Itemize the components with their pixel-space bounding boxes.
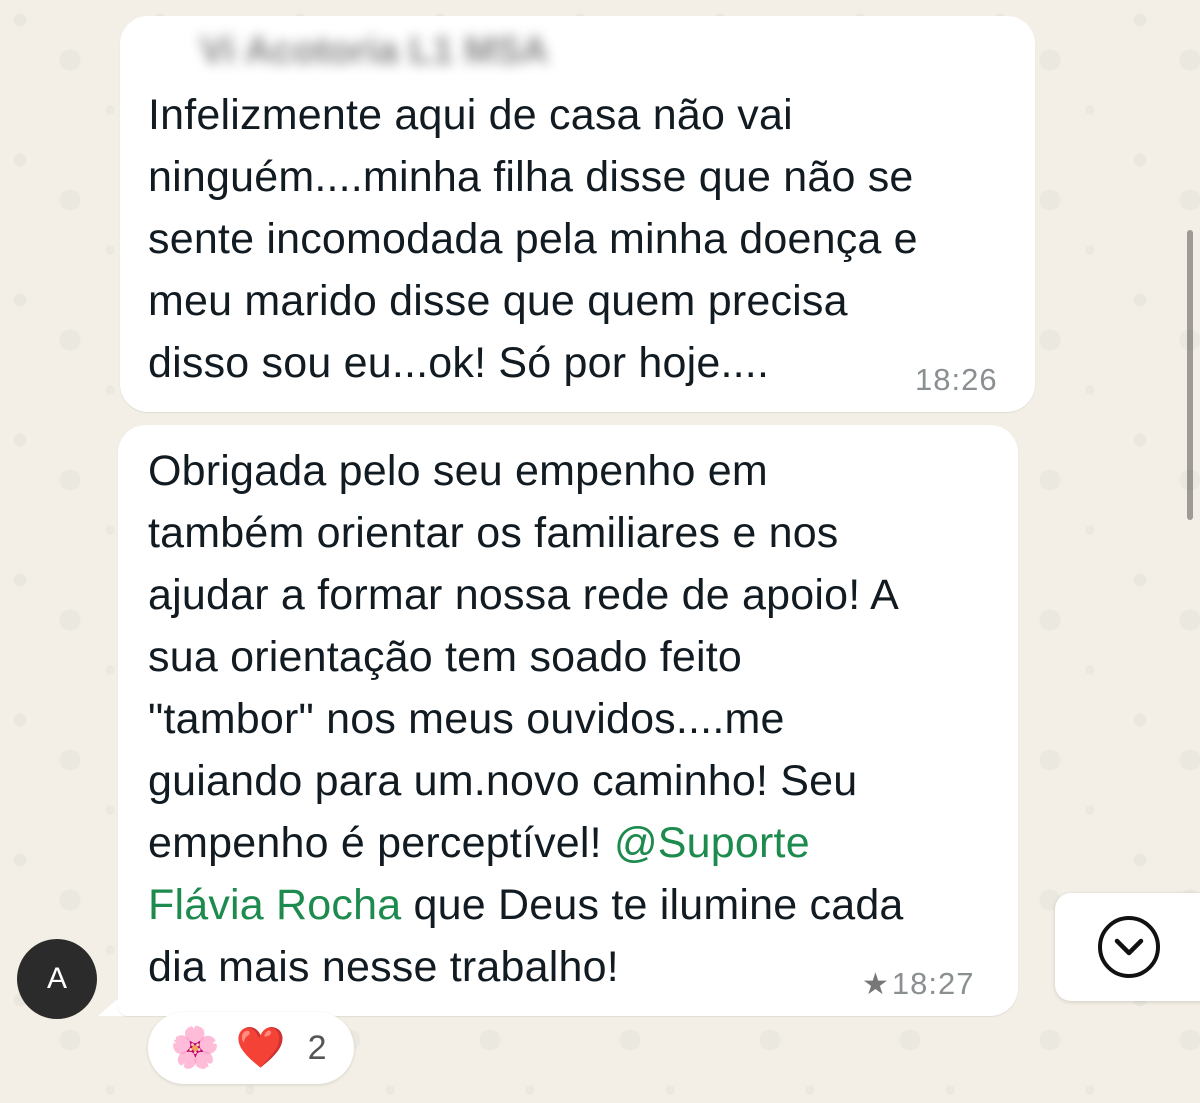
- mention-link[interactable]: Flávia Rocha: [148, 881, 401, 929]
- star-icon: ★: [862, 968, 890, 1001]
- mention-link[interactable]: @Suporte: [614, 819, 810, 867]
- avatar-letter: A: [46, 962, 67, 995]
- message-timestamp: 18:26: [915, 362, 998, 397]
- message-time: 18:27: [891, 966, 975, 1001]
- reaction-count: 2: [307, 1028, 327, 1067]
- message-line: ninguém....minha filha disse que não se: [148, 153, 914, 201]
- message-line: também orientar os familiares e nos: [148, 509, 839, 557]
- message-line: Infelizmente aqui de casa não vai: [148, 91, 793, 139]
- message-line: sua orientação tem soado feito: [148, 633, 743, 681]
- scroll-down-button[interactable]: [1055, 893, 1200, 1001]
- sender-name: Vi Acotoria L1 MSA: [200, 30, 549, 72]
- reactions-pill[interactable]: 🌸 ❤️ 2: [148, 1012, 354, 1084]
- message-line: Flávia Rocha que Deus te ilumine cada: [148, 874, 904, 936]
- message-timestamp: ★18:27: [862, 966, 974, 1002]
- message-line: guiando para um.novo caminho! Seu: [148, 757, 858, 805]
- message-fragment: que Deus te ilumine cada: [401, 881, 904, 929]
- scrollbar[interactable]: [1187, 230, 1193, 520]
- cherry-blossom-icon: 🌸: [170, 1026, 220, 1070]
- message-text: Infelizmente aqui de casa não vai ningué…: [148, 84, 918, 394]
- message-line: dia mais nesse trabalho!: [148, 943, 619, 991]
- message-line: disso sou eu...ok! Só por hoje....: [148, 339, 770, 387]
- heart-icon: ❤️: [235, 1026, 286, 1070]
- avatar[interactable]: A: [17, 939, 97, 1019]
- message-fragment: empenho é perceptível!: [148, 819, 614, 867]
- message-line: empenho é perceptível! @Suporte: [148, 812, 904, 874]
- message-text: Obrigada pelo seu empenho em também orie…: [148, 440, 904, 998]
- message-line: Obrigada pelo seu empenho em: [148, 447, 768, 495]
- chevron-down-circle-icon: [1098, 916, 1160, 978]
- message-line: "tambor" nos meus ouvidos....me: [148, 695, 785, 743]
- message-line: meu marido disse que quem precisa: [148, 277, 848, 325]
- message-line: sente incomodada pela minha doença e: [148, 215, 918, 263]
- message-line: ajudar a formar nossa rede de apoio! A: [148, 571, 900, 619]
